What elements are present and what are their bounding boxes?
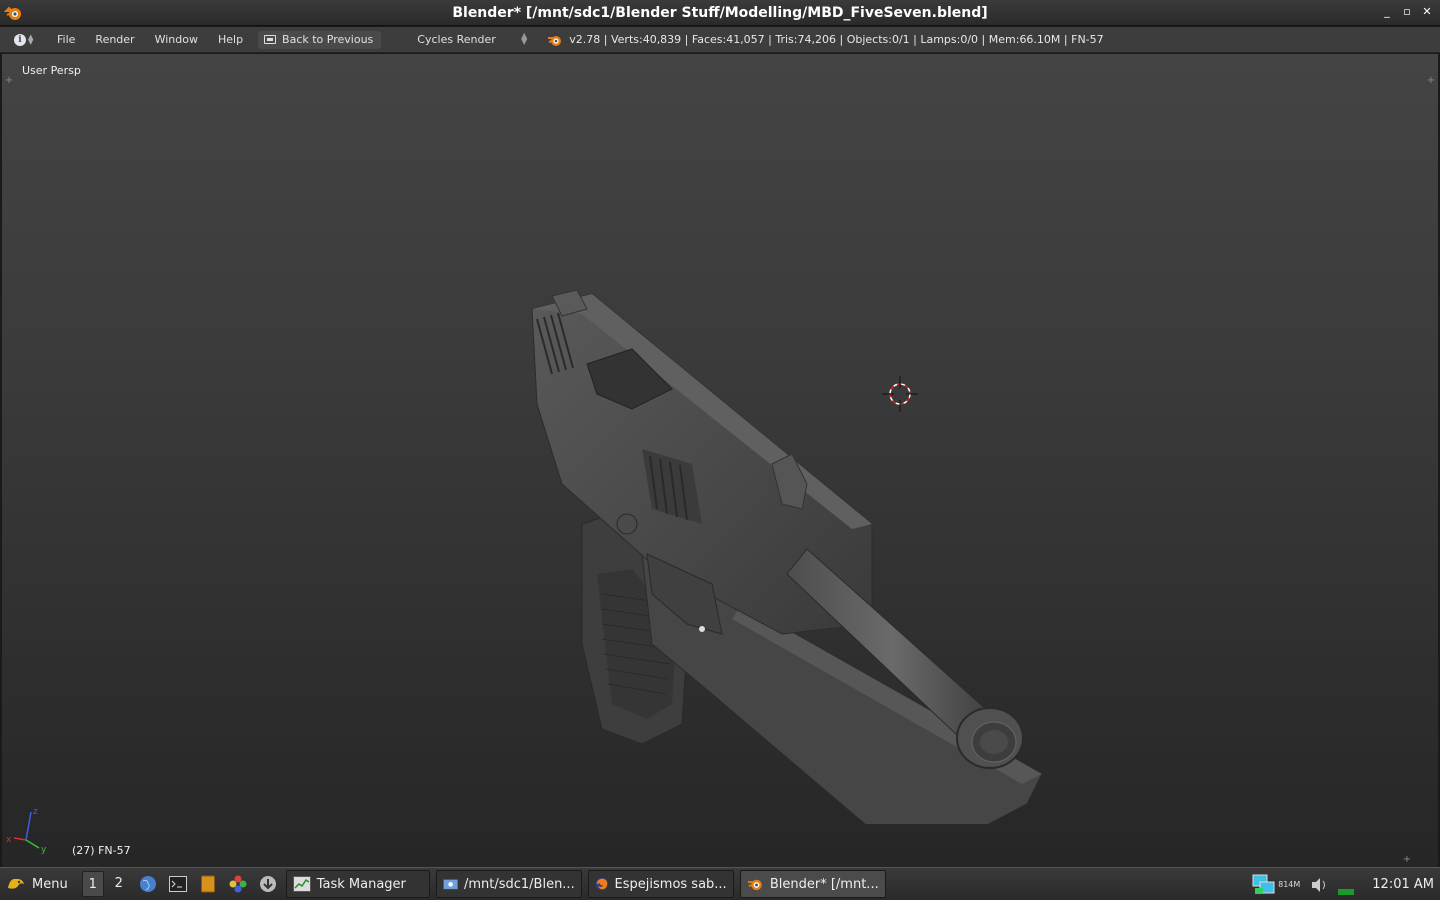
area-split-top-right-icon[interactable]: +: [1426, 76, 1436, 86]
launcher-terminal[interactable]: [166, 872, 190, 896]
folder-icon: [200, 875, 215, 893]
active-object-label: (27) FN-57: [72, 844, 131, 857]
area-split-top-left-icon[interactable]: +: [4, 76, 14, 86]
globe-icon: [139, 876, 156, 892]
task-file-manager[interactable]: /mnt/sdc1/Blen...: [435, 870, 582, 898]
launcher-web-browser[interactable]: [136, 872, 160, 896]
axis-y-label: y: [41, 845, 47, 855]
3d-cursor-icon: [882, 376, 918, 412]
task-firefox[interactable]: Espejismos sab...: [587, 870, 734, 898]
launcher-image-viewer[interactable]: [226, 872, 250, 896]
task-label: Task Manager: [316, 876, 406, 892]
view-perspective-label: User Persp: [22, 64, 81, 77]
clock[interactable]: 12:01 AM: [1372, 877, 1434, 892]
system-tray: 814M 12:01 AM: [1252, 868, 1440, 900]
network-icon[interactable]: [1252, 874, 1276, 896]
close-button[interactable]: ✕: [1420, 4, 1434, 20]
axis-x-label: x: [6, 835, 12, 845]
window-titlebar[interactable]: Blender* [/mnt/sdc1/Blender Stuff/Modell…: [0, 0, 1440, 26]
pistol-model[interactable]: [482, 224, 1082, 824]
editor-type-selector[interactable]: i ▲ ▼: [14, 31, 40, 49]
memory-usage: 814M: [1278, 880, 1301, 889]
battery-level-icon: [1338, 888, 1355, 895]
axis-gizmo-icon: x y z: [6, 807, 47, 855]
mint-menu-icon: [8, 878, 24, 889]
back-to-previous-button[interactable]: Back to Previous: [258, 30, 382, 49]
back-to-previous-label: Back to Previous: [282, 33, 374, 46]
volume-icon[interactable]: [1310, 876, 1330, 894]
minimize-button[interactable]: _: [1380, 4, 1394, 20]
task-label: Espejismos sab...: [614, 876, 727, 892]
download-icon: [259, 876, 276, 892]
window-title: Blender* [/mnt/sdc1/Blender Stuff/Modell…: [452, 4, 988, 21]
workspace-2[interactable]: 2: [108, 871, 130, 897]
menu-window[interactable]: Window: [152, 33, 201, 46]
updown-arrows-icon: ▲ ▼: [28, 32, 34, 46]
task-label: Blender* [/mnt...: [769, 876, 879, 892]
taskbar: Menu 1 2 Task Manager /mnt/sdc1/Blen... …: [0, 867, 1440, 900]
workspace-1[interactable]: 1: [81, 871, 104, 897]
task-manager-icon: [292, 876, 311, 892]
file-manager-icon: [442, 879, 458, 890]
pinwheel-icon: [229, 875, 247, 893]
area-split-bottom-right-icon[interactable]: +: [1402, 855, 1412, 865]
axis-z-label: z: [33, 807, 38, 817]
screen-back-icon: [264, 35, 277, 44]
start-menu-button[interactable]: Menu: [6, 874, 68, 894]
info-icon: i: [14, 33, 26, 46]
scene-statistics: v2.78 | Verts:40,839 | Faces:41,057 | Tr…: [569, 33, 1104, 46]
task-task-manager[interactable]: Task Manager: [285, 870, 430, 898]
menu-label: Menu: [32, 876, 68, 892]
task-label: /mnt/sdc1/Blen...: [463, 876, 575, 892]
firefox-icon: [595, 877, 608, 891]
launcher-downloads[interactable]: [256, 872, 280, 896]
dropdown-arrows-icon: ▲ ▼: [521, 31, 528, 46]
terminal-icon: [168, 876, 187, 892]
render-engine-label: Cycles Render: [417, 33, 496, 46]
blender-icon: [747, 879, 762, 891]
maximize-button[interactable]: ▫: [1400, 4, 1414, 20]
launcher-file-manager[interactable]: [196, 872, 220, 896]
3d-viewport[interactable]: User Persp + + + x y z (27) FN-57: [2, 54, 1438, 867]
blender-app-icon: [4, 6, 21, 20]
menu-file[interactable]: File: [54, 33, 78, 46]
render-engine-dropdown[interactable]: Cycles Render ▲ ▼: [417, 31, 528, 47]
menu-help[interactable]: Help: [215, 33, 246, 46]
info-header: i ▲ ▼ File Render Window Help Back to Pre…: [0, 27, 1440, 53]
menu-render[interactable]: Render: [92, 33, 137, 46]
task-blender[interactable]: Blender* [/mnt...: [739, 870, 886, 898]
blender-logo-icon: [548, 35, 562, 46]
